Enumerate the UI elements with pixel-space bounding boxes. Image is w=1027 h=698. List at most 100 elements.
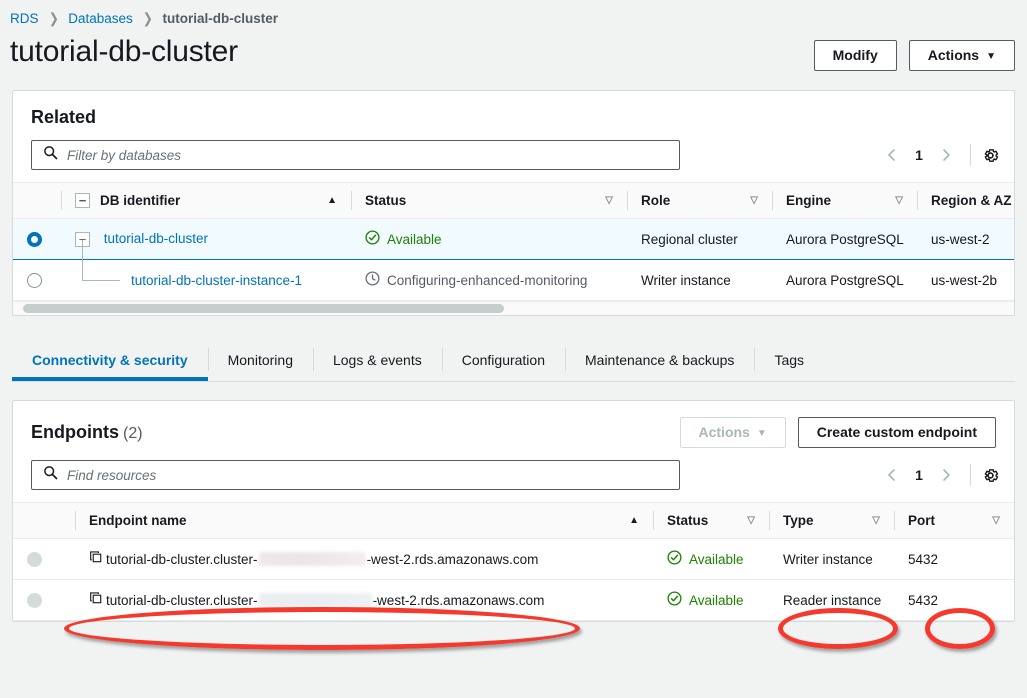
pagination-divider	[970, 464, 971, 486]
column-header-engine[interactable]: Engine ▽	[772, 183, 917, 219]
row-radio[interactable]	[27, 273, 42, 288]
table-row[interactable]: tutorial-db-cluster-instance-1 Configuri…	[13, 260, 1014, 301]
related-table-header-row: − DB identifier ▲ Status ▽	[13, 183, 1014, 219]
check-circle-icon	[667, 550, 682, 568]
pagination-next-button[interactable]	[932, 461, 960, 489]
status-text: Available	[689, 593, 744, 608]
endpoint-name-suffix: -west-2.rds.amazonaws.com	[367, 552, 539, 567]
tab-label: Logs & events	[333, 352, 422, 368]
endpoint-name: tutorial-db-cluster.cluster- -west-2.rds…	[89, 550, 538, 568]
endpoints-title-text: Endpoints	[31, 422, 119, 442]
endpoints-actions-button[interactable]: Actions ▼	[680, 417, 786, 448]
breadcrumb-item-rds[interactable]: RDS	[10, 11, 39, 26]
row-radio-selected[interactable]	[27, 232, 42, 247]
status-badge-available: Available	[365, 230, 442, 248]
cell-status: Available	[653, 580, 769, 621]
endpoints-table: Endpoint name ▲ Status ▽	[13, 502, 1014, 621]
tab-configuration[interactable]: Configuration	[442, 338, 565, 381]
column-header-region-az[interactable]: Region & AZ	[917, 183, 1014, 219]
row-select-cell	[13, 539, 75, 580]
endpoints-search-placeholder: Find resources	[67, 468, 156, 483]
pagination-next-button[interactable]	[932, 141, 960, 169]
create-custom-endpoint-button[interactable]: Create custom endpoint	[798, 417, 996, 448]
status-text: Configuring-enhanced-monitoring	[387, 273, 587, 288]
copy-icon[interactable]	[89, 550, 104, 568]
tab-logs-events[interactable]: Logs & events	[313, 338, 442, 381]
related-search-placeholder: Filter by databases	[67, 148, 181, 163]
cell-status: Available	[653, 539, 769, 580]
pagination-prev-button[interactable]	[878, 141, 906, 169]
endpoints-search-input[interactable]: Find resources	[31, 460, 680, 490]
pagination-divider	[970, 144, 971, 166]
gear-icon[interactable]	[981, 146, 1000, 165]
modify-button[interactable]: Modify	[814, 40, 897, 71]
table-row[interactable]: tutorial-db-cluster.cluster- -west-2.rds…	[13, 580, 1014, 621]
chevron-down-icon: ▼	[757, 428, 767, 439]
tree-connector-line	[82, 240, 120, 281]
cell-type: Reader instance	[769, 580, 894, 621]
row-select-cell	[13, 219, 61, 260]
column-header-role[interactable]: Role ▽	[627, 183, 772, 219]
copy-icon[interactable]	[89, 591, 104, 609]
endpoints-table-wrapper: Endpoint name ▲ Status ▽	[13, 502, 1014, 621]
column-header-role-label: Role	[641, 193, 670, 208]
column-header-port[interactable]: Port ▽	[894, 503, 1014, 539]
tab-maintenance-backups[interactable]: Maintenance & backups	[565, 338, 754, 381]
row-select-cell	[13, 580, 75, 621]
check-circle-icon	[365, 230, 380, 248]
status-badge-available: Available	[667, 550, 744, 568]
column-header-engine-label: Engine	[786, 193, 831, 208]
related-search-input[interactable]: Filter by databases	[31, 140, 680, 170]
pagination-page-1[interactable]: 1	[908, 467, 930, 483]
endpoints-filter-row: Find resources 1	[13, 454, 1014, 502]
check-circle-icon	[667, 591, 682, 609]
column-header-type[interactable]: Type ▽	[769, 503, 894, 539]
tab-connectivity-security[interactable]: Connectivity & security	[12, 338, 208, 381]
actions-button[interactable]: Actions▼	[909, 40, 1015, 71]
search-icon	[43, 465, 58, 485]
endpoint-name-prefix: tutorial-db-cluster.cluster-	[106, 552, 258, 567]
pagination-page-1[interactable]: 1	[908, 147, 930, 163]
pagination-prev-button[interactable]	[878, 461, 906, 489]
page-header: tutorial-db-cluster Modify Actions▼	[0, 28, 1027, 90]
db-identifier-link[interactable]: tutorial-db-cluster-instance-1	[131, 273, 302, 288]
column-header-status-label: Status	[667, 513, 708, 528]
column-header-status[interactable]: Status ▽	[351, 183, 627, 219]
endpoints-panel-header: Endpoints(2) Actions ▼ Create custom endp…	[13, 401, 1014, 454]
cell-type: Writer instance	[769, 539, 894, 580]
cell-status: Available	[351, 219, 627, 260]
column-header-type-label: Type	[783, 513, 814, 528]
table-row[interactable]: tutorial-db-cluster.cluster- -west-2.rds…	[13, 539, 1014, 580]
scrollbar-thumb[interactable]	[23, 304, 504, 313]
table-row[interactable]: − tutorial-db-cluster Available Regi	[13, 219, 1014, 260]
cell-db-identifier: tutorial-db-cluster-instance-1	[61, 260, 351, 301]
gear-icon[interactable]	[981, 466, 1000, 485]
status-text: Available	[387, 232, 442, 247]
collapse-all-toggle[interactable]: −	[75, 193, 90, 208]
breadcrumb-separator-icon: ❯	[48, 10, 58, 27]
endpoints-actions-label: Actions	[699, 424, 750, 440]
select-all-header	[13, 503, 75, 539]
row-select-cell	[13, 260, 61, 301]
tab-label: Configuration	[462, 352, 545, 368]
sort-icon: ▽	[750, 195, 758, 206]
breadcrumb-item-databases[interactable]: Databases	[68, 11, 133, 26]
sort-icon: ▽	[605, 195, 613, 206]
page-title: tutorial-db-cluster	[10, 32, 238, 72]
tab-label: Monitoring	[228, 352, 293, 368]
column-header-status-label: Status	[365, 193, 406, 208]
column-header-endpoint-name[interactable]: Endpoint name ▲	[75, 503, 653, 539]
tab-monitoring[interactable]: Monitoring	[208, 338, 313, 381]
cell-engine: Aurora PostgreSQL	[772, 260, 917, 301]
tab-tags[interactable]: Tags	[754, 338, 824, 381]
related-pagination: 1	[878, 141, 1000, 169]
column-header-status[interactable]: Status ▽	[653, 503, 769, 539]
related-panel-header: Related	[13, 91, 1014, 134]
column-header-db-identifier[interactable]: − DB identifier ▲	[61, 183, 351, 219]
endpoint-name-suffix: -west-2.rds.amazonaws.com	[373, 593, 545, 608]
clock-icon	[365, 271, 380, 289]
related-table-wrapper: − DB identifier ▲ Status ▽	[13, 182, 1014, 301]
endpoints-panel-title: Endpoints(2)	[31, 422, 143, 443]
column-header-endpoint-name-label: Endpoint name	[89, 513, 187, 528]
horizontal-scrollbar[interactable]	[13, 301, 1014, 315]
